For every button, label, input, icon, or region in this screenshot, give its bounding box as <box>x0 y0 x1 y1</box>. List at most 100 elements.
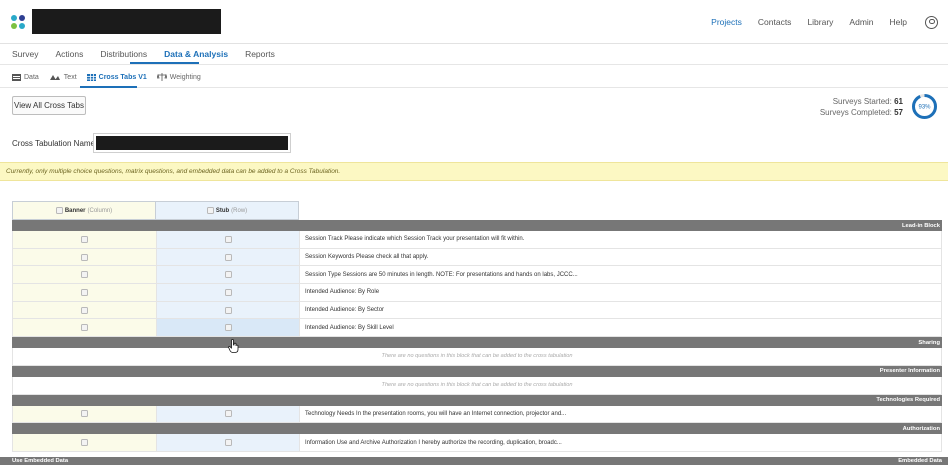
nav-contacts[interactable]: Contacts <box>758 17 792 27</box>
block-header: Sharing <box>12 337 942 349</box>
subtab-weighting[interactable]: Weighting <box>156 73 201 81</box>
question-text: Session Type Sessions are 50 minutes in … <box>299 266 942 284</box>
table-icon <box>12 73 21 81</box>
completion-percent: 93% <box>918 105 931 111</box>
banner-header-label: Banner <box>64 207 86 214</box>
stub-cell <box>156 248 299 266</box>
started-label: Surveys Started: <box>832 97 892 106</box>
nav-projects[interactable]: Projects <box>711 17 742 27</box>
started-value: 61 <box>894 97 903 106</box>
empty-block-message: There are no questions in this block tha… <box>12 376 942 395</box>
crosstab-name-label: Cross Tabulation Name: <box>12 139 98 148</box>
banner-select-all-checkbox[interactable] <box>55 207 63 214</box>
banner-cell <box>12 266 156 284</box>
user-circle-icon[interactable] <box>925 15 938 29</box>
subtab-cross-tabs[interactable]: Cross Tabs V1 <box>86 73 147 81</box>
question-text: Intended Audience: By Sector <box>299 301 942 319</box>
banner-cell <box>12 248 156 266</box>
completed-value: 57 <box>894 108 903 117</box>
crosstab-grid: Banner (Column) Stub (Row) Lead-in Block Se… <box>12 201 942 452</box>
stub-checkbox[interactable] <box>224 288 232 296</box>
banner-cell <box>12 301 156 319</box>
top-header: Projects Contacts Library Admin Help <box>0 0 948 44</box>
subtab-data[interactable]: Data <box>12 73 39 81</box>
question-text: Session Track Please indicate which Sess… <box>299 231 942 248</box>
question-row: Session Track Please indicate which Sess… <box>12 231 942 249</box>
banner-checkbox[interactable] <box>81 288 88 296</box>
completed-label: Surveys Completed: <box>819 108 892 117</box>
question-text: Intended Audience: By Skill Level <box>299 319 942 337</box>
question-row: Session Keywords Please check all that a… <box>12 248 942 267</box>
block-header: Authorization <box>12 423 942 435</box>
stub-cell <box>156 434 299 451</box>
subtab-weighting-label: Weighting <box>169 73 201 81</box>
question-row: Intended Audience: By Sector <box>12 301 942 320</box>
banner-checkbox[interactable] <box>81 306 88 314</box>
banner-checkbox[interactable] <box>81 235 88 243</box>
stub-cell <box>156 231 299 248</box>
nav-admin[interactable]: Admin <box>849 17 873 27</box>
block-header: Presenter Information <box>12 365 942 377</box>
banner-cell <box>12 434 156 451</box>
tab-actions[interactable]: Actions <box>55 49 83 65</box>
banner-header-sub: (Column) <box>87 207 113 214</box>
stub-checkbox[interactable] <box>224 271 232 279</box>
banner-checkbox[interactable] <box>81 324 88 332</box>
banner-cell <box>12 319 156 337</box>
crosstab-name-input[interactable] <box>93 133 291 153</box>
banner-checkbox[interactable] <box>81 271 88 279</box>
stub-checkbox[interactable] <box>224 439 232 447</box>
stub-checkbox[interactable] <box>224 235 232 243</box>
empty-block-message: There are no questions in this block tha… <box>12 348 942 366</box>
subtab-cross-tabs-label: Cross Tabs V1 <box>98 73 147 81</box>
tab-survey[interactable]: Survey <box>12 49 38 65</box>
tab-divider <box>0 64 948 65</box>
stub-checkbox[interactable] <box>224 253 232 261</box>
scale-icon <box>156 73 167 81</box>
stub-select-all-checkbox[interactable] <box>206 207 214 214</box>
redacted-project-title <box>32 9 221 34</box>
grid-icon <box>86 73 96 81</box>
question-text: Technology Needs In the presentation roo… <box>299 405 942 423</box>
question-row: Information Use and Archive Authorizatio… <box>12 434 942 452</box>
subtab-text-label: Text <box>63 73 77 81</box>
stub-column-header: Stub (Row) <box>156 201 299 220</box>
banner-cell <box>12 284 156 301</box>
stub-header-label: Stub <box>215 207 230 214</box>
sub-tabs: Data Text Cross Tabs V1 Weighting <box>12 73 211 81</box>
stub-header-sub: (Row) <box>231 207 248 214</box>
nav-library[interactable]: Library <box>807 17 833 27</box>
block-header: Technologies Required <box>12 394 942 406</box>
notice-banner: Currently, only multiple choice question… <box>0 162 948 181</box>
banner-checkbox[interactable] <box>81 410 88 418</box>
question-text: Information Use and Archive Authorizatio… <box>299 434 942 451</box>
embedded-data-bar: Use Embedded Data Embedded Data <box>0 457 948 465</box>
subtab-divider <box>0 87 948 88</box>
nav-help[interactable]: Help <box>890 17 907 27</box>
stub-cell <box>156 284 299 301</box>
question-text: Intended Audience: By Role <box>299 284 942 301</box>
question-row: Technology Needs In the presentation roo… <box>12 405 942 424</box>
tab-reports[interactable]: Reports <box>245 49 275 65</box>
subtab-text[interactable]: Text <box>49 74 77 81</box>
hand-cursor-icon <box>228 339 239 353</box>
active-tab-indicator <box>130 62 199 64</box>
grid-header: Banner (Column) Stub (Row) <box>12 201 942 220</box>
completion-donut: 93% <box>912 94 937 119</box>
text-icon <box>49 74 60 80</box>
question-row: Intended Audience: By Skill Level <box>12 319 942 338</box>
stub-checkbox[interactable] <box>224 324 232 332</box>
stub-checkbox[interactable] <box>224 410 232 418</box>
stub-checkbox[interactable] <box>224 306 232 314</box>
view-all-cross-tabs-button[interactable]: View All Cross Tabs <box>12 96 86 115</box>
banner-cell <box>12 405 156 423</box>
stub-cell <box>156 405 299 423</box>
stub-cell <box>156 319 299 337</box>
stub-cell <box>156 301 299 319</box>
banner-checkbox[interactable] <box>81 439 88 447</box>
banner-checkbox[interactable] <box>81 253 88 261</box>
top-nav: Projects Contacts Library Admin Help <box>695 0 948 44</box>
grid-body: Lead-in Block Session Track Please indica… <box>12 220 942 452</box>
use-embedded-data-label[interactable]: Use Embedded Data <box>12 458 68 464</box>
app-logo[interactable] <box>11 15 27 31</box>
